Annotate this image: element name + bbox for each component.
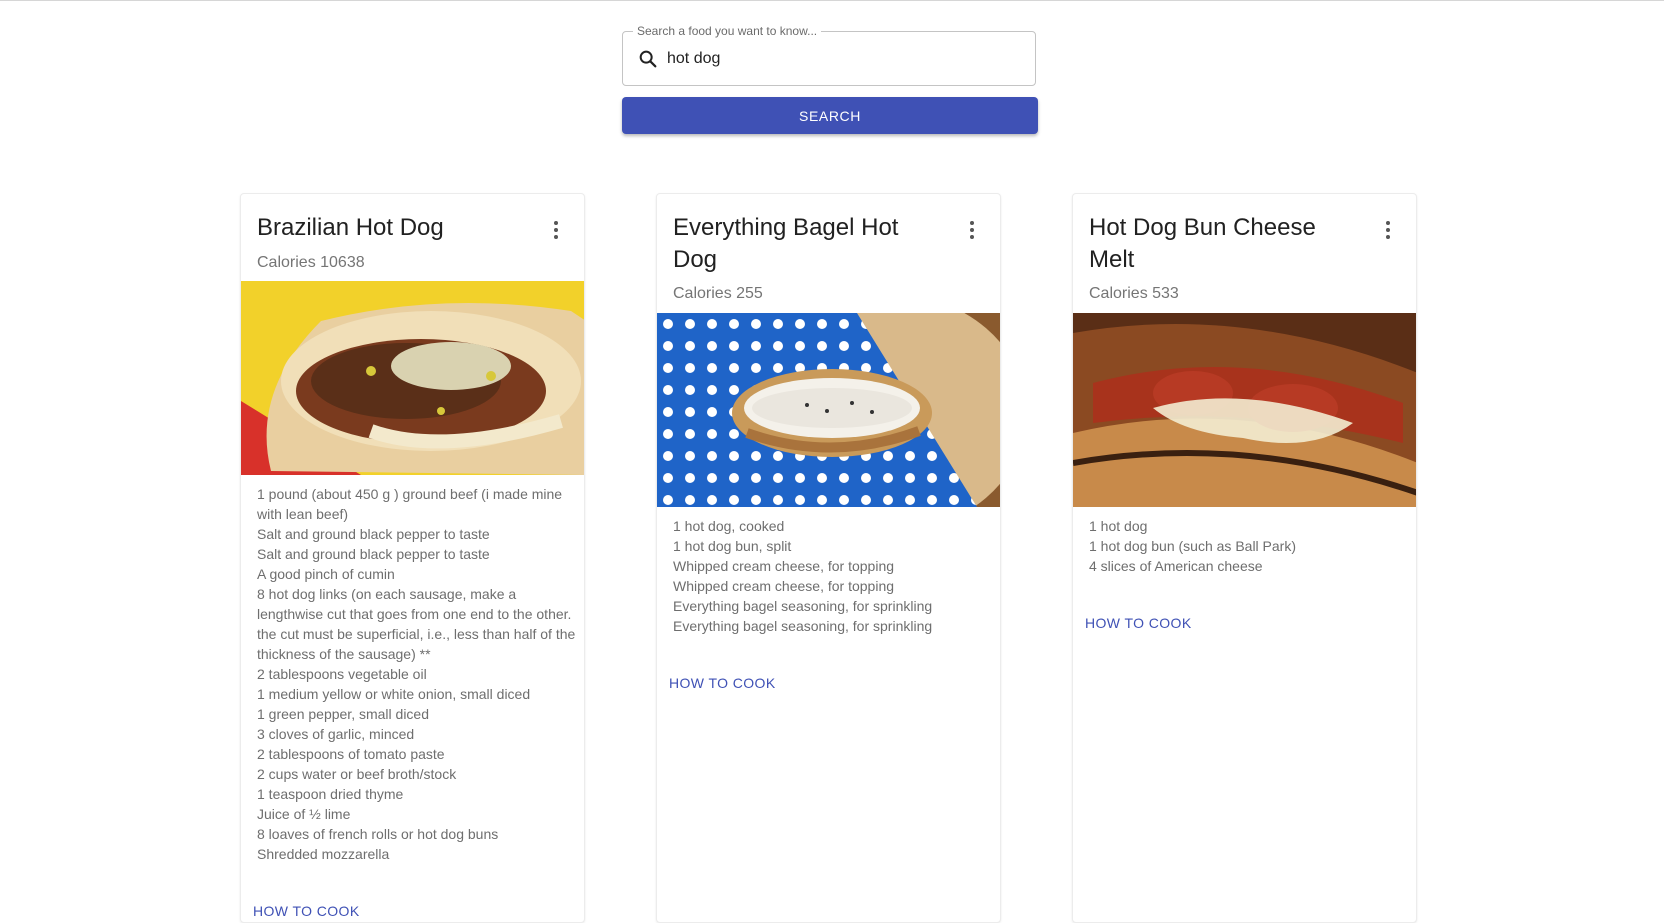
- more-vert-icon[interactable]: [544, 218, 568, 242]
- card-title: Everything Bagel Hot Dog: [673, 214, 899, 273]
- list-item: 2 tablespoons of tomato paste: [257, 746, 445, 762]
- list-item: 8 hot dog links (on each sausage, make a…: [257, 586, 576, 662]
- list-item: 3 cloves of garlic, minced: [257, 726, 415, 742]
- how-to-cook-link[interactable]: HOW TO COOK: [669, 674, 776, 692]
- card-calories: Calories 533: [1089, 285, 1179, 302]
- list-item: 1 medium yellow or white onion, small di…: [257, 686, 531, 702]
- list-item: A good pinch of cumin: [257, 566, 395, 582]
- recipe-card-brazilian-hot-dog: Brazilian Hot Dog Calories 10638 1 pound…: [240, 193, 585, 923]
- recipe-image: [657, 313, 1000, 507]
- list-item: 1 hot dog bun, split: [673, 538, 792, 554]
- list-item: 1 teaspoon dried thyme: [257, 786, 404, 802]
- card-title: Hot Dog Bun Cheese Melt: [1089, 214, 1316, 273]
- list-item: Everything bagel seasoning, for sprinkli…: [673, 598, 933, 614]
- ingredient-list: 1 hot dog 1 hot dog bun (such as Ball Pa…: [1089, 516, 1409, 576]
- ingredient-list: 1 pound (about 450 g ) ground beef (i ma…: [257, 484, 577, 864]
- recipe-image: [241, 281, 584, 475]
- card-title: Brazilian Hot Dog: [257, 214, 444, 241]
- list-item: 2 cups water or beef broth/stock: [257, 766, 457, 782]
- search-button[interactable]: SEARCH: [622, 97, 1038, 134]
- how-to-cook-link[interactable]: HOW TO COOK: [1085, 614, 1192, 632]
- list-item: Whipped cream cheese, for topping: [673, 578, 895, 594]
- list-item: Whipped cream cheese, for topping: [673, 558, 895, 574]
- list-item: 2 tablespoons vegetable oil: [257, 666, 427, 682]
- recipe-card-everything-bagel-hot-dog: Everything Bagel Hot Dog Calories 255 1 …: [656, 193, 1001, 923]
- search-input[interactable]: [667, 47, 1017, 71]
- list-item: Shredded mozzarella: [257, 846, 390, 862]
- list-item: 1 green pepper, small diced: [257, 706, 429, 722]
- search-field[interactable]: Search a food you want to know...: [622, 24, 1036, 86]
- search-label: Search a food you want to know...: [633, 24, 822, 38]
- list-item: Salt and ground black pepper to taste: [257, 546, 490, 562]
- how-to-cook-link[interactable]: HOW TO COOK: [253, 902, 360, 920]
- ingredient-list: 1 hot dog, cooked 1 hot dog bun, split W…: [673, 516, 993, 636]
- list-item: 1 hot dog, cooked: [673, 518, 785, 534]
- recipe-card-hot-dog-bun-cheese-melt: Hot Dog Bun Cheese Melt Calories 533 1 h…: [1072, 193, 1417, 923]
- card-calories: Calories 10638: [257, 254, 365, 271]
- list-item: Everything bagel seasoning, for sprinkli…: [673, 618, 933, 634]
- more-vert-icon[interactable]: [960, 218, 984, 242]
- list-item: 8 loaves of french rolls or hot dog buns: [257, 826, 499, 842]
- search-icon: [639, 50, 657, 68]
- list-item: Juice of ½ lime: [257, 806, 351, 822]
- recipe-image: [1073, 313, 1416, 507]
- list-item: 1 pound (about 450 g ) ground beef (i ma…: [257, 486, 563, 522]
- more-vert-icon[interactable]: [1376, 218, 1400, 242]
- list-item: 4 slices of American cheese: [1089, 558, 1263, 574]
- list-item: 1 hot dog bun (such as Ball Park): [1089, 538, 1297, 554]
- list-item: Salt and ground black pepper to taste: [257, 526, 490, 542]
- list-item: 1 hot dog: [1089, 518, 1148, 534]
- card-calories: Calories 255: [673, 285, 763, 302]
